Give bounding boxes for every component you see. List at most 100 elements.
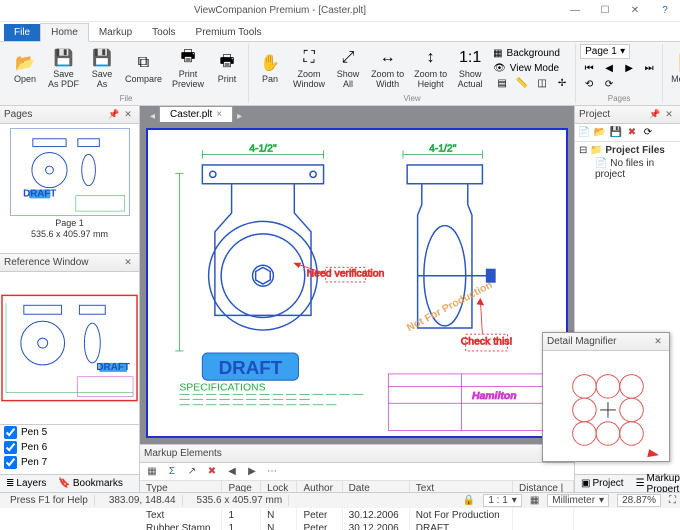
close-button[interactable]: ✕ — [620, 0, 650, 22]
pages-close-icon[interactable]: ✕ — [121, 108, 135, 122]
chevron-down-icon: ▾ — [620, 46, 625, 57]
group-label-pages: Pages — [580, 93, 658, 103]
first-page-icon[interactable]: ⏮ — [580, 61, 598, 75]
viewmode-icon: 👁 — [493, 63, 506, 74]
reference-view[interactable]: DRAFT — [0, 272, 139, 424]
zoom-width-icon: ↔ — [377, 47, 399, 69]
next-page-icon[interactable]: ▶ — [620, 61, 638, 75]
markup-delete-icon[interactable]: ✖ — [204, 465, 220, 479]
markup-filter-icon[interactable]: ▦ — [144, 465, 160, 479]
pen-checkbox[interactable] — [4, 426, 17, 439]
ref-close-icon[interactable]: ✕ — [121, 256, 135, 270]
status-pct[interactable]: 28.87% — [617, 494, 661, 507]
save-as-pdf-button[interactable]: 💾Save As PDF — [44, 45, 83, 92]
ribbon: 📂Open 💾Save As PDF 💾Save As ⧉Compare 🖶Pr… — [0, 42, 680, 106]
project-pin-icon[interactable]: 📌 — [648, 108, 662, 122]
maximize-button[interactable]: ☐ — [590, 0, 620, 22]
save-as-button[interactable]: 💾Save As — [85, 45, 119, 92]
page-select[interactable]: Page 1▾ — [580, 44, 630, 59]
tab-tools[interactable]: Tools — [142, 24, 185, 41]
zoom-window-button[interactable]: ⛶Zoom Window — [289, 45, 329, 92]
status-unit-select[interactable]: Millimeter▾ — [547, 494, 609, 507]
markup-next-icon[interactable]: ▶ — [244, 465, 260, 479]
zoom-height-button[interactable]: ↕Zoom to Height — [410, 45, 451, 92]
tab-layers[interactable]: ≣Layers — [0, 476, 52, 491]
markup-export-icon[interactable]: ↗ — [184, 465, 200, 479]
tab-project[interactable]: ▣Project — [575, 476, 630, 491]
markup-toolbar: ▦ Σ ↗ ✖ ◀ ▶ ⋯ — [140, 463, 574, 481]
svg-text:4-1/2": 4-1/2" — [429, 143, 457, 154]
project-open-icon[interactable]: 📂 — [593, 126, 607, 140]
zoom-width-button[interactable]: ↔Zoom to Width — [367, 45, 408, 92]
print-button[interactable]: 🖶Print — [210, 50, 244, 87]
bookmark-icon: 🔖 — [58, 478, 70, 489]
compare-button[interactable]: ⧉Compare — [121, 50, 166, 87]
pen-row[interactable]: Pen 6 — [0, 440, 139, 455]
project-close-icon[interactable]: ✕ — [662, 108, 676, 122]
pan-button[interactable]: ✋Pan — [253, 50, 287, 87]
project-new-icon[interactable]: 📄 — [577, 126, 591, 140]
magnifier-close-icon[interactable]: ✕ — [651, 335, 665, 349]
tab-premium[interactable]: Premium Tools — [186, 24, 272, 41]
project-empty-label: No files in project — [595, 158, 654, 180]
markup-sum-icon[interactable]: Σ — [164, 465, 180, 479]
tab-file[interactable]: File — [4, 24, 40, 41]
background-label[interactable]: Background — [505, 47, 562, 61]
fit-icon: ⤢ — [337, 47, 359, 69]
markup-options-icon[interactable]: ⋯ — [264, 465, 280, 479]
status-fit-icon[interactable]: ⛶ — [669, 495, 676, 506]
group-label-file: File — [8, 93, 244, 103]
save-icon: 💾 — [91, 47, 113, 69]
rotate-right-icon[interactable]: ⟳ — [600, 77, 618, 91]
pen-row[interactable]: Pen 7 — [0, 455, 139, 470]
tab-home[interactable]: Home — [40, 23, 89, 42]
grid-toggle-icon[interactable]: ▤ — [493, 77, 511, 91]
magnifier-title: Detail Magnifier — [547, 336, 616, 347]
drawing-canvas[interactable]: 4-1/2" 4-1/2" — [140, 122, 574, 444]
detail-magnifier-window[interactable]: Detail Magnifier ✕ — [542, 332, 670, 462]
prev-page-icon[interactable]: ◀ — [600, 61, 618, 75]
status-coord: 383.09, 148.44 — [103, 495, 183, 506]
markup-prev-icon[interactable]: ◀ — [224, 465, 240, 479]
show-actual-button[interactable]: 1:1Show Actual — [453, 45, 487, 92]
tab-markup[interactable]: Markup — [89, 24, 142, 41]
project-panel-header: Project 📌 ✕ — [575, 106, 680, 124]
pen-checkbox[interactable] — [4, 441, 17, 454]
document-tab[interactable]: Caster.plt × — [159, 106, 233, 122]
show-all-button[interactable]: ⤢Show All — [331, 45, 365, 92]
help-button[interactable]: ? — [650, 0, 680, 22]
magnifier-header[interactable]: Detail Magnifier ✕ — [543, 333, 669, 351]
last-page-icon[interactable]: ⏭ — [640, 61, 658, 75]
page-thumbnail-1[interactable]: DRAFT — [10, 128, 130, 216]
status-grid-icon[interactable]: ▦ — [530, 495, 539, 506]
snap-toggle-icon[interactable]: ◫ — [533, 77, 551, 91]
print-preview-button[interactable]: 🖶Print Preview — [168, 45, 208, 92]
open-button[interactable]: 📂Open — [8, 50, 42, 87]
project-remove-icon[interactable]: ✖ — [625, 126, 639, 140]
status-zoom-select[interactable]: 1 : 1▾ — [483, 494, 522, 507]
ruler-toggle-icon[interactable]: 📏 — [513, 77, 531, 91]
print-preview-icon: 🖶 — [177, 47, 199, 69]
pen-checkbox[interactable] — [4, 456, 17, 469]
tab-bookmarks[interactable]: 🔖Bookmarks — [52, 476, 128, 491]
document-tab-close-icon[interactable]: × — [216, 109, 222, 120]
minimize-button[interactable]: — — [560, 0, 590, 22]
viewmode-label[interactable]: View Mode — [508, 62, 561, 76]
measure-button[interactable]: 📐Measure — [667, 50, 680, 87]
axis-toggle-icon[interactable]: ✢ — [553, 77, 571, 91]
rotate-left-icon[interactable]: ⟲ — [580, 77, 598, 91]
svg-text:DRAFT: DRAFT — [219, 357, 283, 378]
pen-row[interactable]: Pen 5 — [0, 425, 139, 440]
markup-row[interactable]: Rubber Stamp1NPeter30.12.2006DRAFT — [140, 522, 574, 530]
project-save-icon[interactable]: 💾 — [609, 126, 623, 140]
markup-row[interactable]: Text1NPeter30.12.2006Not For Production — [140, 509, 574, 522]
svg-text:4-1/2": 4-1/2" — [249, 143, 277, 154]
project-refresh-icon[interactable]: ⟳ — [641, 126, 655, 140]
tab-nav-left-icon[interactable]: ◂ — [146, 111, 159, 122]
pages-pin-icon[interactable]: 📌 — [107, 108, 121, 122]
tab-nav-right-icon[interactable]: ▸ — [233, 111, 246, 122]
thumb-caption-size: 535.6 x 405.97 mm — [31, 229, 108, 240]
compare-icon: ⧉ — [133, 52, 155, 74]
status-lock-icon[interactable]: 🔒 — [463, 495, 475, 506]
svg-text:DRAFT: DRAFT — [23, 188, 56, 199]
